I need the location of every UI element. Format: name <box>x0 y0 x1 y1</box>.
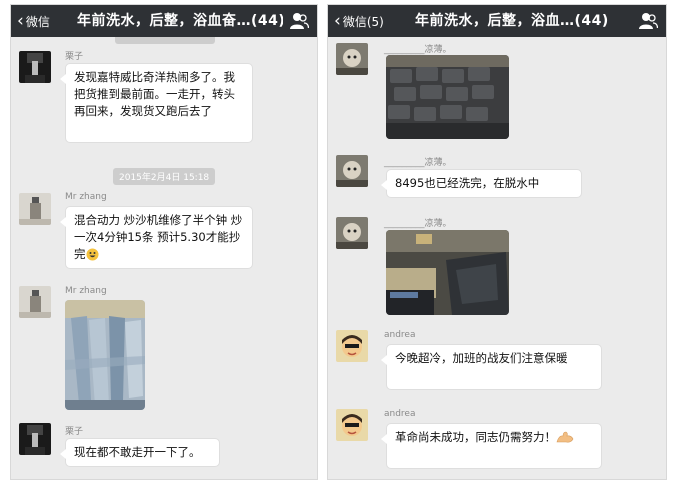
nav-bar: ‹ 微信 年前洗水，后整，浴血奋…(44) <box>11 5 317 37</box>
back-label: 微信 <box>25 14 50 29</box>
sender-name: 栗子 <box>65 427 84 437</box>
group-members-icon[interactable] <box>289 12 309 30</box>
sender-name: _________凉薄。 <box>384 219 452 229</box>
flexed-biceps-icon <box>556 431 574 443</box>
avatar[interactable] <box>19 51 51 83</box>
nav-bar: ‹ 微信(5) 年前洗水，后整，浴血…(44) <box>328 5 666 37</box>
folded-jeans-photo[interactable] <box>386 55 509 139</box>
avatar[interactable] <box>336 43 368 75</box>
message-bubble[interactable]: 发现嘉特威比奇洋热闹多了。我把货推到最前面。一走开，转头再回来，发现货又跑后去了 <box>60 63 253 143</box>
sender-name: andrea <box>384 409 416 419</box>
message-bubble[interactable]: 今晚超冷，加班的战友们注意保暖 <box>381 344 602 390</box>
avatar[interactable] <box>19 193 51 225</box>
timestamp-stub <box>115 37 215 44</box>
sender-name: _________凉薄。 <box>384 158 452 168</box>
sender-name: 栗子 <box>65 52 84 62</box>
message-text: 革命尚未成功，同志仍需努力！ <box>395 430 556 444</box>
back-button[interactable]: ‹ 微信(5) <box>334 5 384 37</box>
chevron-left-icon: ‹ <box>334 10 341 31</box>
avatar[interactable] <box>336 330 368 362</box>
avatar[interactable] <box>19 423 51 455</box>
avatar[interactable] <box>19 286 51 318</box>
sender-name: _________凉薄。 <box>384 45 452 55</box>
chat-title: 年前洗水，后整，浴血奋…(44) <box>77 13 283 29</box>
message-bubble[interactable]: 混合动力 炒沙机维修了半个钟 炒一次4分钟15条 预计5.30才能抄完 <box>60 206 253 269</box>
chevron-left-icon: ‹ <box>17 10 24 31</box>
message-text: 混合动力 炒沙机维修了半个钟 炒一次4分钟15条 预计5.30才能抄完 <box>74 213 243 261</box>
avatar[interactable] <box>336 409 368 441</box>
sender-name: Mr zhang <box>65 192 107 202</box>
avatar[interactable] <box>336 217 368 249</box>
chat-screen-left: ‹ 微信 年前洗水，后整，浴血奋…(44) 栗子 发现嘉特威比奇洋热闹多了。我把… <box>10 4 318 480</box>
group-members-icon[interactable] <box>638 12 658 30</box>
message-bubble[interactable]: 8495也已经洗完，在脱水中 <box>381 169 582 198</box>
back-label: 微信(5) <box>342 14 384 29</box>
factory-machine-photo[interactable] <box>386 230 509 315</box>
avatar[interactable] <box>336 155 368 187</box>
sender-name: andrea <box>384 330 416 340</box>
grinning-face-icon <box>86 248 98 261</box>
message-bubble[interactable]: 革命尚未成功，同志仍需努力！ <box>381 423 602 469</box>
timestamp: 2015年2月4日 15:18 <box>113 168 216 185</box>
sender-name: Mr zhang <box>65 286 107 296</box>
message-bubble[interactable]: 现在都不敢走开一下了。 <box>60 438 220 467</box>
chat-title: 年前洗水，后整，浴血…(44) <box>415 13 609 29</box>
chat-screen-right: ‹ 微信(5) 年前洗水，后整，浴血…(44) _________凉薄。 ___… <box>327 4 667 480</box>
back-button[interactable]: ‹ 微信 <box>17 5 50 37</box>
jeans-pile-photo[interactable] <box>65 300 145 410</box>
